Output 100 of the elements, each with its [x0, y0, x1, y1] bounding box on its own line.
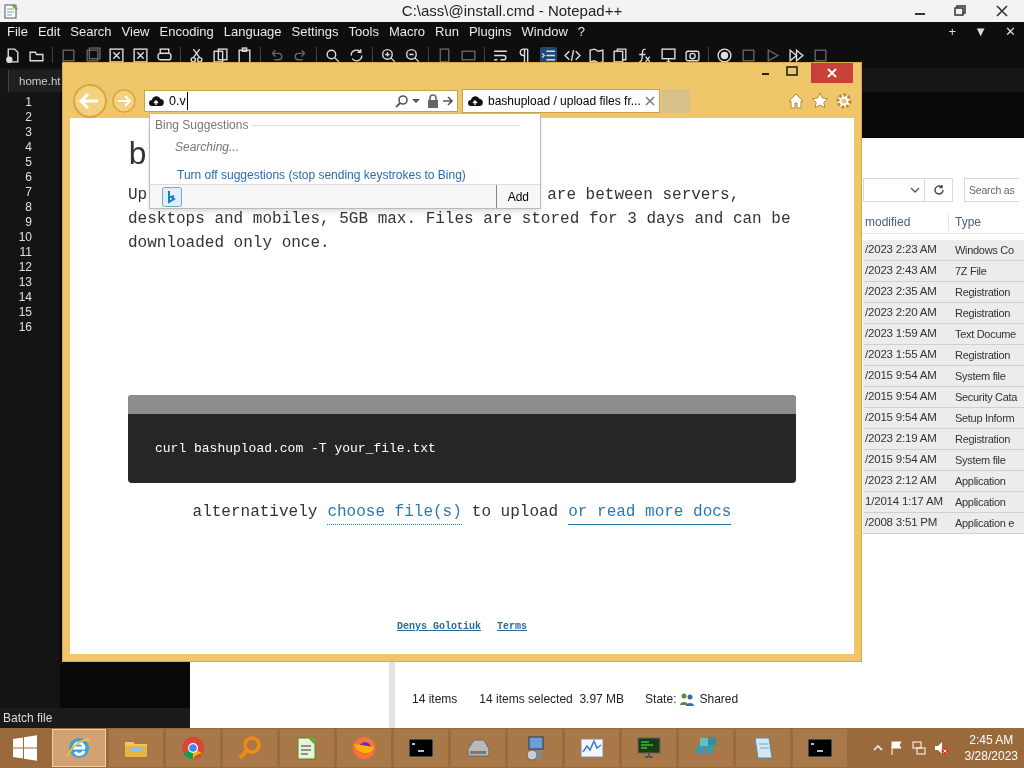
star-icon[interactable]: [811, 92, 829, 110]
type-cell-text: 7Z File: [955, 263, 987, 279]
taskbar-button[interactable]: [622, 729, 676, 767]
menu-item[interactable]: Macro: [383, 22, 431, 42]
menu-item[interactable]: Language: [218, 22, 287, 42]
chevron-up-icon[interactable]: [872, 743, 883, 753]
browser-tab[interactable]: bashupload / upload files fr...: [462, 89, 660, 113]
function-icon[interactable]: [636, 46, 653, 64]
flag-icon[interactable]: [888, 740, 905, 756]
line-number: 7: [25, 185, 32, 200]
address-field[interactable]: [863, 178, 925, 202]
taskbar-button[interactable]: [394, 729, 448, 767]
menu-item[interactable]: Search: [65, 22, 117, 42]
menu-item[interactable]: ?: [572, 22, 591, 42]
menu-item[interactable]: Plugins: [463, 22, 517, 42]
date-cell-text: 1/2014 1:17 AM: [864, 494, 944, 510]
file-row[interactable]: /2023 2:23 AM Windows Co: [863, 240, 1024, 261]
menu-item[interactable]: File: [2, 22, 33, 42]
stop-icon[interactable]: [740, 46, 757, 64]
file-row[interactable]: /2008 3:51 PM Application e: [863, 513, 1024, 534]
monitor-icon[interactable]: [660, 46, 677, 64]
close-icon[interactable]: [645, 96, 655, 106]
address-bar[interactable]: 0.v: [144, 90, 458, 112]
map-icon[interactable]: [588, 46, 605, 64]
fast-forward-icon[interactable]: [788, 46, 805, 64]
line-number: 5: [25, 155, 32, 170]
column-header[interactable]: Type: [949, 212, 981, 231]
refresh-button[interactable]: [925, 178, 953, 202]
date-cell-text: /2023 1:59 AM: [864, 326, 938, 342]
menu-item[interactable]: Run: [430, 22, 464, 42]
menu-item[interactable]: Encoding: [154, 22, 219, 42]
line-number: 11: [19, 245, 32, 260]
column-header[interactable]: modified: [865, 212, 949, 231]
documents-icon[interactable]: [612, 46, 629, 64]
cut-icon[interactable]: [188, 46, 205, 64]
close-all-icon[interactable]: [132, 46, 149, 64]
type-cell-text: Text Docume: [955, 326, 1016, 342]
choose-file-link[interactable]: choose file(s): [327, 500, 462, 525]
zoom-in-icon[interactable]: [380, 46, 397, 64]
file-row[interactable]: /2023 2:12 AM Application: [863, 471, 1024, 492]
file-row[interactable]: /2015 9:54 AM Setup Inform: [863, 408, 1024, 429]
windows-logo-icon[interactable]: [12, 735, 38, 761]
replace-icon[interactable]: [348, 46, 365, 64]
menu-button[interactable]: ✕: [1005, 22, 1016, 42]
file-row[interactable]: /2023 2:43 AM 7Z File: [863, 261, 1024, 282]
footer-link[interactable]: Denys Golotiuk: [397, 619, 481, 634]
file-row[interactable]: /2015 9:54 AM System file: [863, 450, 1024, 471]
file-row[interactable]: /2023 1:55 AM Registration: [863, 345, 1024, 366]
close-file-icon[interactable]: [108, 46, 125, 64]
search-field[interactable]: Search as: [964, 178, 1019, 202]
taskbar-button[interactable]: [280, 729, 334, 767]
go-arrow-icon[interactable]: [442, 95, 454, 107]
save-macro-icon[interactable]: [812, 46, 829, 64]
network-icon[interactable]: [910, 740, 927, 756]
search-icon[interactable]: [395, 94, 409, 108]
type-cell-text: Application: [955, 473, 1006, 489]
date-cell-text: /2015 9:54 AM: [864, 410, 938, 426]
home-icon[interactable]: [787, 92, 805, 110]
file-row[interactable]: /2023 2:19 AM Registration: [863, 429, 1024, 450]
turn-off-link[interactable]: Turn off suggestions (stop sending keystrokes to Bing): [177, 166, 466, 184]
taskbar-button[interactable]: [736, 729, 790, 767]
taskbar-button[interactable]: [52, 729, 106, 767]
menu-item[interactable]: Tools: [343, 22, 384, 42]
zoom-out-icon[interactable]: [404, 46, 421, 64]
type-cell-text: System file: [955, 452, 1006, 468]
clock[interactable]: 2:45 AM 3/28/2023: [964, 732, 1018, 764]
menu-item[interactable]: Window: [516, 22, 573, 42]
speaker-muted-icon[interactable]: [932, 740, 949, 756]
file-row[interactable]: /2015 9:54 AM System file: [863, 366, 1024, 387]
menu-item[interactable]: Settings: [286, 22, 344, 42]
settings-icon[interactable]: [835, 92, 853, 110]
dropdown-icon[interactable]: [412, 97, 420, 105]
file-row[interactable]: /2023 1:59 AM Text Docume: [863, 324, 1024, 345]
menu-item[interactable]: View: [116, 22, 155, 42]
taskbar-button[interactable]: [508, 729, 562, 767]
file-row[interactable]: /2023 2:35 AM Registration: [863, 282, 1024, 303]
taskbar-button[interactable]: [565, 729, 619, 767]
date-cell-text: /2023 2:43 AM: [864, 263, 938, 279]
copy-icon[interactable]: [212, 46, 229, 64]
search-icon[interactable]: [324, 46, 341, 64]
paragraph-text: desktops and mobiles, 5GB max. Files are stored for 3 days and can be: [128, 209, 792, 230]
menu-button[interactable]: ▼: [974, 22, 987, 42]
save-all-icon[interactable]: [84, 46, 101, 64]
refresh-icon: [932, 184, 945, 196]
menu-item[interactable]: Edit: [32, 22, 66, 42]
add-button[interactable]: Add: [495, 185, 540, 208]
new-file-icon[interactable]: [4, 46, 21, 64]
footer-link[interactable]: Terms: [497, 619, 527, 634]
menu-button[interactable]: +: [948, 22, 957, 42]
file-row[interactable]: /2023 2:20 AM Registration: [863, 303, 1024, 324]
search-provider-icon[interactable]: [162, 186, 182, 207]
record-icon[interactable]: [716, 46, 733, 64]
docs-link[interactable]: or read more docs: [568, 500, 732, 525]
file-tab[interactable]: home.ht: [8, 70, 61, 92]
address-text[interactable]: 0.v: [169, 91, 188, 111]
file-row[interactable]: /2015 9:54 AM Security Cata: [863, 387, 1024, 408]
taskbar-button[interactable]: [793, 729, 847, 767]
save-icon[interactable]: [60, 46, 77, 64]
close-icon[interactable]: [811, 63, 853, 83]
file-row[interactable]: 1/2014 1:17 AM Application: [863, 492, 1024, 513]
